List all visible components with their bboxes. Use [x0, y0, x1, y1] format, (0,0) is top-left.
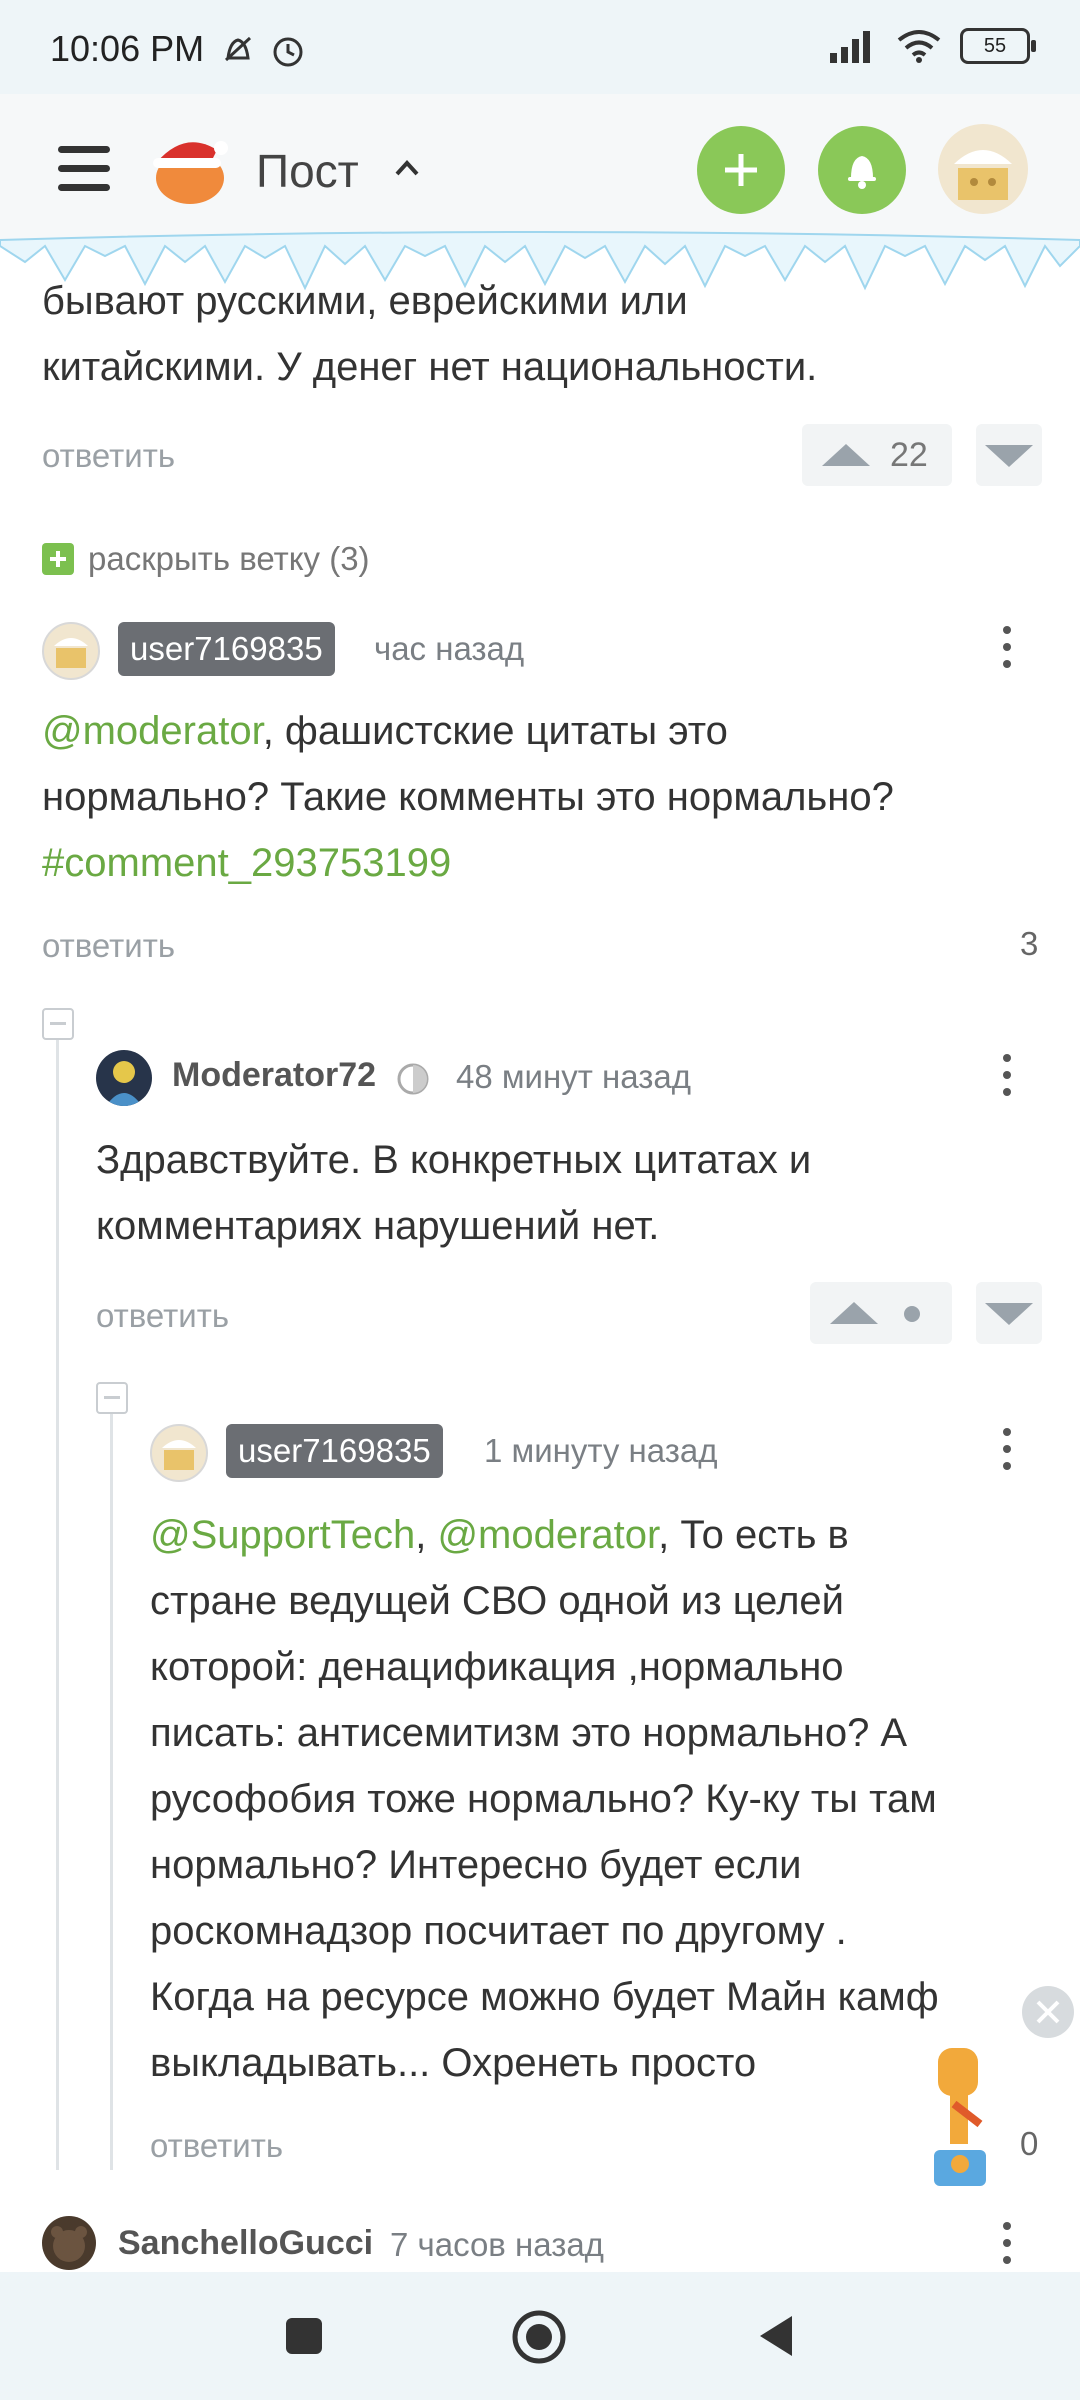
status-bar: 10:06 PM 55: [0, 0, 1080, 94]
signal-icon: [830, 31, 870, 63]
battery-icon: 55: [960, 28, 1036, 64]
plus-icon: [725, 154, 757, 186]
menu-icon[interactable]: [58, 146, 110, 194]
avatar[interactable]: [42, 622, 100, 680]
icicles-decoration: [0, 231, 1080, 291]
collapse-thread-button[interactable]: [96, 1382, 128, 1414]
expand-plus-icon[interactable]: [42, 543, 74, 575]
comment-anchor-link[interactable]: #comment_293753199: [42, 830, 451, 896]
comment-text-line: выкладывать... Охренеть просто: [150, 2041, 757, 2085]
comment-text-line: стране ведущей СВО одной из целей: [150, 1579, 845, 1623]
comment-time: час назад: [374, 630, 525, 667]
rating-value: 22: [890, 436, 928, 474]
rating-hidden-dot: [904, 1306, 920, 1322]
close-promo-button[interactable]: [1022, 1986, 1074, 2038]
clock: 10:06 PM: [50, 28, 205, 69]
comment-time: 1 минуту назад: [484, 1432, 718, 1469]
notifications-button[interactable]: [818, 126, 906, 214]
recents-icon[interactable]: [282, 2314, 326, 2358]
mention-link[interactable]: @SupportTech: [150, 1513, 415, 1557]
chevron-up-icon[interactable]: [392, 154, 422, 184]
collapse-thread-button[interactable]: [42, 1008, 74, 1040]
username[interactable]: Moderator72: [172, 1056, 376, 1095]
comment-text-line: нормально? Такие комменты это нормально?: [42, 775, 894, 819]
top-header: Пост: [0, 94, 1080, 244]
logo-icon[interactable]: [145, 128, 235, 208]
username-badge[interactable]: user7169835: [226, 1424, 443, 1478]
comment-text-line: роскомнадзор посчитает по другому .: [150, 1909, 847, 1953]
comment-text-line: @SupportTech, @moderator, То есть в: [150, 1513, 849, 1557]
rating-value: 0: [1020, 2125, 1039, 2162]
reply-link[interactable]: ответить: [42, 927, 175, 965]
home-icon[interactable]: [510, 2308, 568, 2366]
rating-box: [810, 1282, 952, 1344]
downvote-button[interactable]: [976, 424, 1042, 486]
upvote-icon[interactable]: [822, 444, 870, 466]
add-post-button[interactable]: [697, 126, 785, 214]
username-badge[interactable]: user7169835: [118, 622, 335, 676]
profile-avatar[interactable]: [938, 124, 1028, 214]
moderator-badge-icon: [397, 1063, 429, 1095]
more-menu-icon[interactable]: [1002, 626, 1012, 672]
comment-text-line: Когда на ресурсе можно будет Майн камф: [150, 1975, 939, 2019]
thread-line: [56, 1040, 59, 2170]
rating-box: 22: [802, 424, 952, 486]
comment-text-line: которой: денацификация ,нормально: [150, 1645, 844, 1689]
reply-link[interactable]: ответить: [42, 437, 175, 475]
comment-text-line: китайскими. У денег нет национальности.: [42, 345, 818, 389]
thread-line: [110, 1410, 113, 2170]
page-title[interactable]: Пост: [256, 144, 359, 198]
reply-link[interactable]: ответить: [150, 2127, 283, 2165]
comment-text-line: Здравствуйте. В конкретных цитатах и: [96, 1138, 812, 1182]
avatar[interactable]: [150, 1424, 208, 1482]
avatar[interactable]: [42, 2216, 96, 2270]
close-icon: [1036, 2000, 1060, 2024]
status-right: 55: [828, 28, 1036, 64]
upvote-icon[interactable]: [830, 1302, 878, 1324]
status-icons: [218, 30, 308, 70]
back-icon[interactable]: [752, 2310, 802, 2362]
comment-text-line: писать: антисемитизм это нормально? А: [150, 1711, 908, 1755]
comment-time: 48 минут назад: [456, 1058, 691, 1095]
downvote-icon: [985, 445, 1033, 467]
mention-link[interactable]: @moderator: [437, 1513, 658, 1557]
username[interactable]: SanchelloGucci: [118, 2224, 373, 2263]
comment-text-line: @moderator, фашистские цитаты это: [42, 709, 728, 753]
mascot-icon[interactable]: [920, 2040, 1008, 2190]
alarm-icon: [273, 37, 303, 67]
replies-count: 3: [1020, 925, 1039, 962]
expand-thread-link[interactable]: раскрыть ветку (3): [88, 540, 370, 578]
downvote-icon: [985, 1303, 1033, 1325]
bell-icon: [848, 156, 876, 189]
mention-link[interactable]: @moderator: [42, 709, 263, 753]
comment-text-line: русофобия тоже нормально? Ку-ку ты там: [150, 1777, 937, 1821]
wifi-icon: [897, 30, 941, 63]
reply-link[interactable]: ответить: [96, 1297, 229, 1335]
more-menu-icon[interactable]: [1002, 1428, 1012, 1474]
comment-text-line: нормально? Интересно будет если: [150, 1843, 802, 1887]
downvote-button[interactable]: [976, 1282, 1042, 1344]
comment-time: 7 часов назад: [390, 2226, 604, 2263]
dnd-off-icon: [224, 36, 252, 62]
more-menu-icon[interactable]: [1002, 1054, 1012, 1100]
more-menu-icon[interactable]: [1002, 2222, 1012, 2268]
comment-text-line: комментариях нарушений нет.: [96, 1204, 660, 1248]
avatar[interactable]: [96, 1050, 152, 1106]
system-nav-bar: [0, 2272, 1080, 2400]
